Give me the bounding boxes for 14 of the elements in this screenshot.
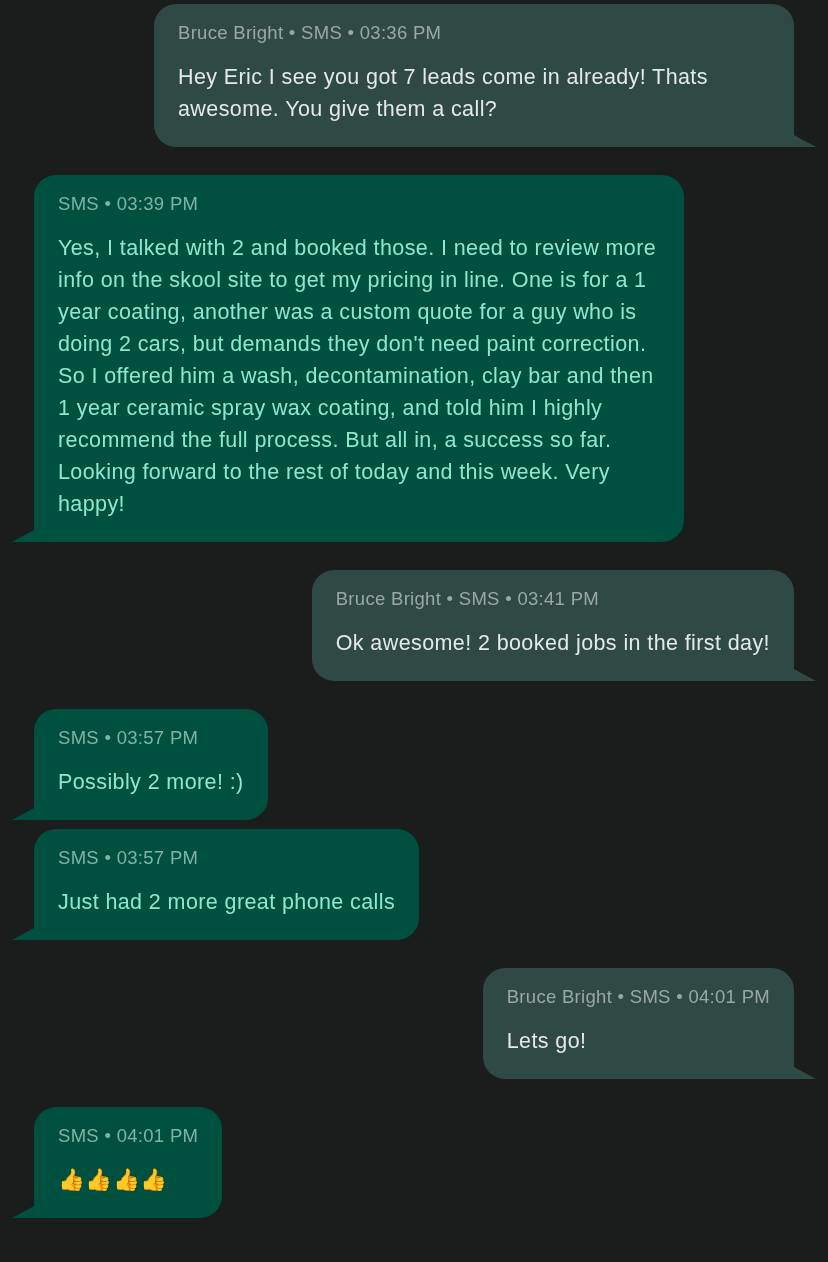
- message-meta: SMS • 04:01 PM: [58, 1124, 199, 1148]
- message-text: Just had 2 more great phone calls: [58, 889, 396, 916]
- message-text: Hey Eric I see you got 7 leads come in already! Thats awesome. You give them a call?: [178, 64, 709, 123]
- message-meta: Bruce Bright • SMS • 03:36 PM: [178, 21, 443, 45]
- message-text: Lets go!: [506, 1028, 588, 1055]
- message-text: Yes, I talked with 2 and booked those. I need to review more info on the skool site to get my pricing in line. One is for a 1 year coating, another was a custom quote for a guy who is doing 2 cars, but demands they don't need paint correction. So I offered him a wash, decontamination, clay bar and then 1 year ceramic spray wax coating, and told him I highly recommend the full process. But all in, a success so far. Looking forward to the rest of today and this week. Very happy!: [58, 235, 658, 518]
- message-meta: SMS • 03:57 PM: [58, 726, 200, 750]
- message-meta: Bruce Bright • SMS • 04:01 PM: [506, 985, 770, 1009]
- message-meta: SMS • 03:57 PM: [58, 846, 200, 870]
- message-text: Ok awesome! 2 booked jobs in the first day!: [335, 630, 770, 657]
- message-meta: SMS • 03:39 PM: [58, 192, 200, 216]
- message-text: 👍👍👍👍: [58, 1167, 169, 1194]
- message-text: Possibly 2 more! :): [58, 769, 244, 796]
- message-meta: Bruce Bright • SMS • 03:41 PM: [335, 587, 600, 611]
